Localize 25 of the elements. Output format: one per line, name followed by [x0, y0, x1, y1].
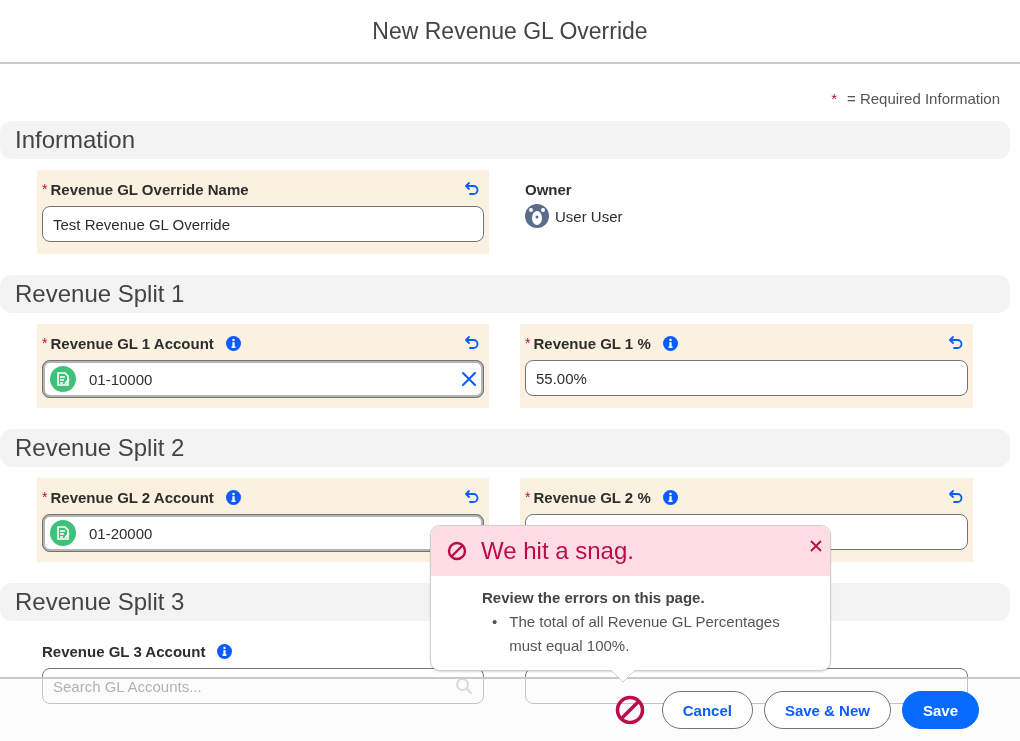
required-mark: * — [42, 181, 48, 197]
field-value: 55.00% — [536, 369, 587, 387]
field-label: Revenue GL 3 Account — [42, 642, 206, 660]
field-value: 01-20000 — [89, 524, 154, 542]
required-mark: * — [525, 489, 531, 505]
section-header: Information — [0, 121, 1010, 159]
section-header: Revenue Split 2 — [0, 429, 1010, 467]
field-label: Revenue GL 1 Account — [50, 334, 214, 352]
field-label: Revenue GL 2 % — [533, 488, 651, 506]
section-header: Revenue Split 1 — [0, 275, 1010, 313]
field-label: Owner — [525, 179, 573, 200]
required-note: = Required Information — [847, 90, 1000, 109]
popover-heading: Review the errors on this page. — [482, 589, 706, 606]
dialog-title: New Revenue GL Override — [372, 17, 648, 45]
field-label: Revenue GL 2 Account — [50, 488, 214, 506]
popover-title: We hit a snag. — [481, 537, 634, 565]
field-value: Test Revenue GL Override — [53, 215, 231, 233]
field-value: 01-10000 — [89, 370, 154, 388]
field-placeholder: Search GL Accounts... — [53, 677, 203, 695]
required-mark: * — [525, 335, 531, 351]
field-label: Revenue GL Override Name — [50, 180, 249, 198]
required-mark: * — [831, 90, 837, 109]
field-label: Revenue GL 1 % — [533, 334, 651, 352]
required-mark: * — [42, 335, 48, 351]
required-mark: * — [42, 489, 48, 505]
